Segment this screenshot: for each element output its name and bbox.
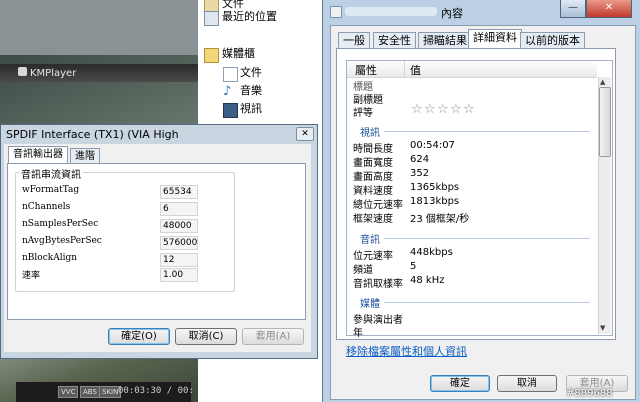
- detail-name: 評等: [353, 108, 373, 119]
- file-icon: [330, 6, 342, 18]
- player-abs-button[interactable]: ABS: [80, 386, 100, 398]
- stream-field-value: 576000: [160, 236, 198, 250]
- tab-security[interactable]: 安全性: [373, 32, 416, 49]
- spdif-ok-button[interactable]: 確定(O): [108, 328, 170, 345]
- detail-name: 頻道: [353, 265, 373, 276]
- detail-value: 00:54:07: [410, 140, 455, 151]
- column-header-property[interactable]: 屬性: [355, 62, 377, 78]
- nav-item-libraries[interactable]: 媒體櫃: [222, 46, 255, 62]
- list-header: [347, 61, 597, 78]
- nav-item-label: 媒體櫃: [222, 47, 255, 60]
- scrollbar-thumb[interactable]: [599, 87, 611, 157]
- player-vvc-button[interactable]: VVC: [58, 386, 79, 398]
- kmplayer-logo-icon: [18, 67, 27, 76]
- detail-value: 5: [410, 261, 417, 272]
- rating-star-icon[interactable]: ☆: [463, 103, 475, 116]
- detail-name: 資料速度: [353, 186, 393, 197]
- detail-name: 年: [353, 328, 363, 339]
- stream-info-title: 音訊串流資訊: [19, 166, 83, 181]
- redacted-filename: [345, 7, 437, 16]
- nav-item-library-documents[interactable]: 文件: [240, 65, 262, 81]
- stream-field-value: 6: [160, 202, 198, 216]
- stream-field-label: nSamplesPerSec: [22, 219, 99, 229]
- tab-audio-output[interactable]: 音訊輸出器: [8, 146, 68, 164]
- minimize-button[interactable]: —: [560, 0, 586, 18]
- tab-general[interactable]: 一般: [338, 32, 370, 49]
- stream-field-value: 65534: [160, 185, 198, 199]
- nav-item-label: 最近的位置: [222, 10, 277, 23]
- stream-field-value: 12: [160, 253, 198, 267]
- column-header-value[interactable]: 值: [410, 62, 421, 78]
- recent-places-icon: [204, 11, 219, 26]
- spdif-cancel-button[interactable]: 取消(C): [175, 328, 237, 345]
- player-time-readout: 00:03:30 / 00:: [118, 386, 194, 396]
- stream-field-value: 48000: [160, 219, 198, 233]
- detail-value: 624: [410, 154, 430, 165]
- documents-library-icon: [223, 67, 238, 82]
- detail-value: 352: [410, 168, 430, 179]
- stream-field-label: wFormatTag: [22, 185, 80, 195]
- rating-star-icon[interactable]: ☆: [437, 103, 449, 116]
- nav-item-recent-places[interactable]: 最近的位置: [222, 9, 277, 25]
- spdif-title: SPDIF Interface (TX1) (VIA High: [6, 128, 179, 141]
- stream-field-label: nAvgBytesPerSec: [22, 236, 102, 246]
- rating-star-icon[interactable]: ☆: [411, 103, 423, 116]
- properties-ok-button[interactable]: 確定: [430, 375, 490, 392]
- kmplayer-title: KMPlayer: [30, 68, 77, 79]
- rating-star-icon[interactable]: ☆: [424, 103, 436, 116]
- tab-scan-results[interactable]: 掃瞄結果: [418, 32, 472, 49]
- stream-field-label: nChannels: [22, 202, 71, 212]
- detail-name: 總位元速率: [353, 200, 403, 211]
- section-divider: [384, 131, 590, 132]
- stream-field-value: 1.00: [160, 268, 198, 282]
- detail-name: 畫面高度: [353, 172, 393, 183]
- detail-name: 時間長度: [353, 144, 393, 155]
- tab-previous-versions[interactable]: 以前的版本: [520, 32, 585, 49]
- detail-name: 框架速度: [353, 214, 393, 225]
- spdif-apply-button[interactable]: 套用(A): [242, 328, 304, 345]
- spdif-close-button[interactable]: ✕: [296, 127, 314, 141]
- detail-value: 448kbps: [410, 247, 453, 258]
- stream-field-label: 速率: [22, 271, 41, 281]
- detail-value: 1813kbps: [410, 196, 460, 207]
- detail-value: 23 個框架/秒: [410, 214, 470, 225]
- section-video-heading: 視訊: [360, 128, 380, 139]
- detail-value: 48 kHz: [410, 275, 445, 286]
- rating-star-icon[interactable]: ☆: [450, 103, 462, 116]
- detail-name: 位元速率: [353, 251, 393, 262]
- music-icon: ♪: [223, 84, 232, 99]
- nav-item-music[interactable]: 音樂: [240, 83, 262, 99]
- detail-name: 音訊取樣率: [353, 279, 403, 290]
- close-button[interactable]: ✕: [586, 0, 632, 18]
- library-icon: [204, 48, 219, 63]
- nav-item-video[interactable]: 視訊: [240, 101, 262, 117]
- nav-item-label: 文件: [240, 66, 262, 79]
- detail-value: 1365kbps: [410, 182, 460, 193]
- properties-cancel-button[interactable]: 取消: [497, 375, 557, 392]
- stream-field-label: nBlockAlign: [22, 253, 78, 263]
- section-audio-heading: 音訊: [360, 235, 380, 246]
- nav-item-label: 音樂: [240, 84, 262, 97]
- nav-item-label: 視訊: [240, 102, 262, 115]
- window-buttons: — ✕: [560, 0, 634, 18]
- section-media-heading: 媒體: [360, 299, 380, 310]
- video-icon: [223, 103, 238, 118]
- section-divider: [384, 238, 590, 239]
- scroll-down-icon[interactable]: ▼: [600, 324, 605, 332]
- detail-name: 畫面寬度: [353, 158, 393, 169]
- watermark: #889688: [566, 388, 613, 399]
- remove-properties-link[interactable]: 移除檔案屬性和個人資訊: [346, 343, 467, 359]
- properties-title: 內容: [441, 7, 463, 20]
- section-divider: [384, 302, 590, 303]
- tab-advanced[interactable]: 進階: [70, 148, 100, 164]
- scroll-up-icon[interactable]: ▲: [600, 78, 605, 86]
- list-header-divider: [404, 61, 405, 77]
- tab-details[interactable]: 詳細資料: [468, 29, 522, 49]
